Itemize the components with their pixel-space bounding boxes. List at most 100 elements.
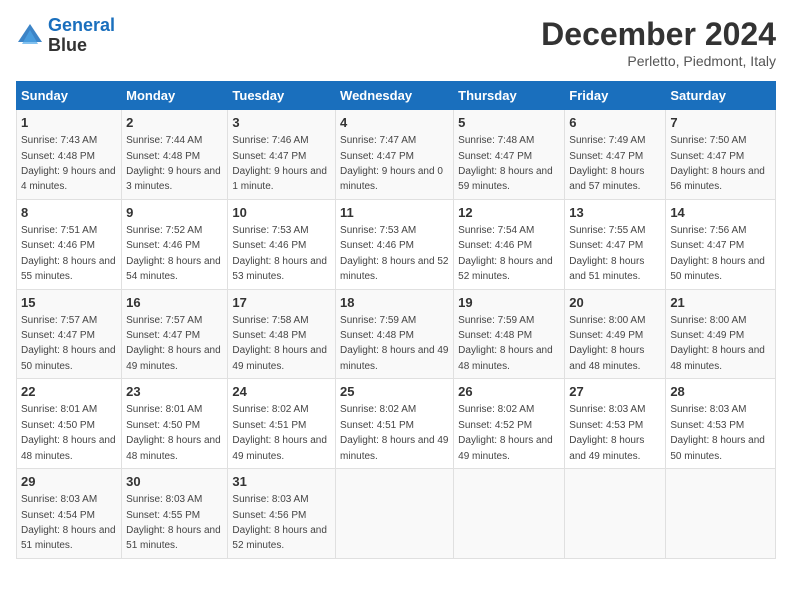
day-info: Sunrise: 7:55 AMSunset: 4:47 PMDaylight:… <box>569 225 645 282</box>
day-number: 30 <box>126 473 223 491</box>
calendar-cell: 1 Sunrise: 7:43 AMSunset: 4:48 PMDaylight… <box>17 110 122 200</box>
calendar-cell: 15Sunrise: 7:57 AMSunset: 4:47 PMDayligh… <box>17 289 122 379</box>
header-day-wednesday: Wednesday <box>336 82 454 110</box>
calendar-cell: 19 Sunrise: 7:59 AMSunset: 4:48 PMDayligh… <box>454 289 565 379</box>
day-info: Sunrise: 8:03 AMSunset: 4:54 PMDaylight:… <box>21 494 116 551</box>
day-info: Sunrise: 8:01 AMSunset: 4:50 PMDaylight:… <box>21 404 116 461</box>
day-info: Sunrise: 8:02 AMSunset: 4:51 PMDaylight:… <box>232 404 327 461</box>
day-info: Sunrise: 7:48 AMSunset: 4:47 PMDaylight:… <box>458 135 553 192</box>
calendar-cell <box>336 469 454 559</box>
day-info: Sunrise: 7:47 AMSunset: 4:47 PMDaylight:… <box>340 135 443 192</box>
calendar-cell: 25 Sunrise: 8:02 AMSunset: 4:51 PMDayligh… <box>336 379 454 469</box>
calendar-cell: 17 Sunrise: 7:58 AMSunset: 4:48 PMDayligh… <box>228 289 336 379</box>
logo-line1: General <box>48 15 115 35</box>
calendar-cell: 3 Sunrise: 7:46 AMSunset: 4:47 PMDaylight… <box>228 110 336 200</box>
header-day-monday: Monday <box>122 82 228 110</box>
calendar-week-row: 29 Sunrise: 8:03 AMSunset: 4:54 PMDayligh… <box>17 469 776 559</box>
day-info: Sunrise: 7:49 AMSunset: 4:47 PMDaylight:… <box>569 135 645 192</box>
day-info: Sunrise: 8:03 AMSunset: 4:55 PMDaylight:… <box>126 494 221 551</box>
calendar-cell: 11Sunrise: 7:53 AMSunset: 4:46 PMDayligh… <box>336 199 454 289</box>
day-number: 16 <box>126 294 223 312</box>
calendar-cell: 18 Sunrise: 7:59 AMSunset: 4:48 PMDayligh… <box>336 289 454 379</box>
day-number: 22 <box>21 383 117 401</box>
day-number: 21 <box>670 294 771 312</box>
day-number: 7 <box>670 114 771 132</box>
calendar-header-row: SundayMondayTuesdayWednesdayThursdayFrid… <box>17 82 776 110</box>
day-number: 18 <box>340 294 449 312</box>
day-info: Sunrise: 7:58 AMSunset: 4:48 PMDaylight:… <box>232 315 327 372</box>
calendar-cell: 27 Sunrise: 8:03 AMSunset: 4:53 PMDayligh… <box>565 379 666 469</box>
day-number: 20 <box>569 294 661 312</box>
day-number: 2 <box>126 114 223 132</box>
calendar-cell: 22 Sunrise: 8:01 AMSunset: 4:50 PMDayligh… <box>17 379 122 469</box>
logo-line2: Blue <box>48 36 115 56</box>
day-number: 8 <box>21 204 117 222</box>
calendar-cell: 7Sunrise: 7:50 AMSunset: 4:47 PMDaylight… <box>666 110 776 200</box>
day-number: 3 <box>232 114 331 132</box>
calendar-cell: 2 Sunrise: 7:44 AMSunset: 4:48 PMDaylight… <box>122 110 228 200</box>
day-number: 26 <box>458 383 560 401</box>
day-info: Sunrise: 7:57 AMSunset: 4:47 PMDaylight:… <box>21 315 116 372</box>
day-number: 10 <box>232 204 331 222</box>
day-number: 14 <box>670 204 771 222</box>
header-day-friday: Friday <box>565 82 666 110</box>
day-info: Sunrise: 8:03 AMSunset: 4:53 PMDaylight:… <box>670 404 765 461</box>
day-info: Sunrise: 8:01 AMSunset: 4:50 PMDaylight:… <box>126 404 221 461</box>
calendar-week-row: 15Sunrise: 7:57 AMSunset: 4:47 PMDayligh… <box>17 289 776 379</box>
day-info: Sunrise: 7:53 AMSunset: 4:46 PMDaylight:… <box>232 225 327 282</box>
header-day-sunday: Sunday <box>17 82 122 110</box>
calendar-cell: 8 Sunrise: 7:51 AMSunset: 4:46 PMDaylight… <box>17 199 122 289</box>
logo-icon <box>16 22 44 50</box>
day-info: Sunrise: 7:46 AMSunset: 4:47 PMDaylight:… <box>232 135 327 192</box>
day-number: 19 <box>458 294 560 312</box>
calendar-cell: 10 Sunrise: 7:53 AMSunset: 4:46 PMDayligh… <box>228 199 336 289</box>
calendar-cell: 28 Sunrise: 8:03 AMSunset: 4:53 PMDayligh… <box>666 379 776 469</box>
main-title: December 2024 <box>541 16 776 53</box>
calendar-cell: 16 Sunrise: 7:57 AMSunset: 4:47 PMDayligh… <box>122 289 228 379</box>
day-info: Sunrise: 8:00 AMSunset: 4:49 PMDaylight:… <box>670 315 765 372</box>
day-number: 17 <box>232 294 331 312</box>
calendar-cell: 20 Sunrise: 8:00 AMSunset: 4:49 PMDayligh… <box>565 289 666 379</box>
title-block: December 2024 Perletto, Piedmont, Italy <box>541 16 776 69</box>
calendar-week-row: 1 Sunrise: 7:43 AMSunset: 4:48 PMDaylight… <box>17 110 776 200</box>
calendar-cell: 6 Sunrise: 7:49 AMSunset: 4:47 PMDaylight… <box>565 110 666 200</box>
day-number: 28 <box>670 383 771 401</box>
calendar-cell: 4Sunrise: 7:47 AMSunset: 4:47 PMDaylight… <box>336 110 454 200</box>
page-header: General Blue December 2024 Perletto, Pie… <box>16 16 776 69</box>
calendar-cell <box>454 469 565 559</box>
day-info: Sunrise: 8:00 AMSunset: 4:49 PMDaylight:… <box>569 315 645 372</box>
calendar-table: SundayMondayTuesdayWednesdayThursdayFrid… <box>16 81 776 559</box>
day-number: 23 <box>126 383 223 401</box>
day-number: 1 <box>21 114 117 132</box>
calendar-cell: 30 Sunrise: 8:03 AMSunset: 4:55 PMDayligh… <box>122 469 228 559</box>
day-info: Sunrise: 8:02 AMSunset: 4:51 PMDaylight:… <box>340 404 448 461</box>
calendar-cell: 14 Sunrise: 7:56 AMSunset: 4:47 PMDayligh… <box>666 199 776 289</box>
day-info: Sunrise: 7:57 AMSunset: 4:47 PMDaylight:… <box>126 315 221 372</box>
calendar-week-row: 8 Sunrise: 7:51 AMSunset: 4:46 PMDaylight… <box>17 199 776 289</box>
day-info: Sunrise: 7:59 AMSunset: 4:48 PMDaylight:… <box>458 315 553 372</box>
day-number: 11 <box>340 204 449 222</box>
calendar-cell <box>565 469 666 559</box>
day-number: 6 <box>569 114 661 132</box>
day-info: Sunrise: 8:03 AMSunset: 4:56 PMDaylight:… <box>232 494 327 551</box>
day-info: Sunrise: 7:59 AMSunset: 4:48 PMDaylight:… <box>340 315 448 372</box>
day-info: Sunrise: 7:56 AMSunset: 4:47 PMDaylight:… <box>670 225 765 282</box>
day-number: 25 <box>340 383 449 401</box>
calendar-cell: 9Sunrise: 7:52 AMSunset: 4:46 PMDaylight… <box>122 199 228 289</box>
day-number: 27 <box>569 383 661 401</box>
day-info: Sunrise: 7:44 AMSunset: 4:48 PMDaylight:… <box>126 135 221 192</box>
day-info: Sunrise: 8:02 AMSunset: 4:52 PMDaylight:… <box>458 404 553 461</box>
day-info: Sunrise: 8:03 AMSunset: 4:53 PMDaylight:… <box>569 404 645 461</box>
subtitle: Perletto, Piedmont, Italy <box>541 53 776 69</box>
calendar-cell: 5Sunrise: 7:48 AMSunset: 4:47 PMDaylight… <box>454 110 565 200</box>
day-info: Sunrise: 7:51 AMSunset: 4:46 PMDaylight:… <box>21 225 116 282</box>
day-number: 31 <box>232 473 331 491</box>
calendar-cell <box>666 469 776 559</box>
calendar-cell: 31 Sunrise: 8:03 AMSunset: 4:56 PMDayligh… <box>228 469 336 559</box>
day-info: Sunrise: 7:43 AMSunset: 4:48 PMDaylight:… <box>21 135 116 192</box>
calendar-cell: 26 Sunrise: 8:02 AMSunset: 4:52 PMDayligh… <box>454 379 565 469</box>
day-number: 29 <box>21 473 117 491</box>
header-day-saturday: Saturday <box>666 82 776 110</box>
day-number: 12 <box>458 204 560 222</box>
calendar-cell: 12Sunrise: 7:54 AMSunset: 4:46 PMDayligh… <box>454 199 565 289</box>
